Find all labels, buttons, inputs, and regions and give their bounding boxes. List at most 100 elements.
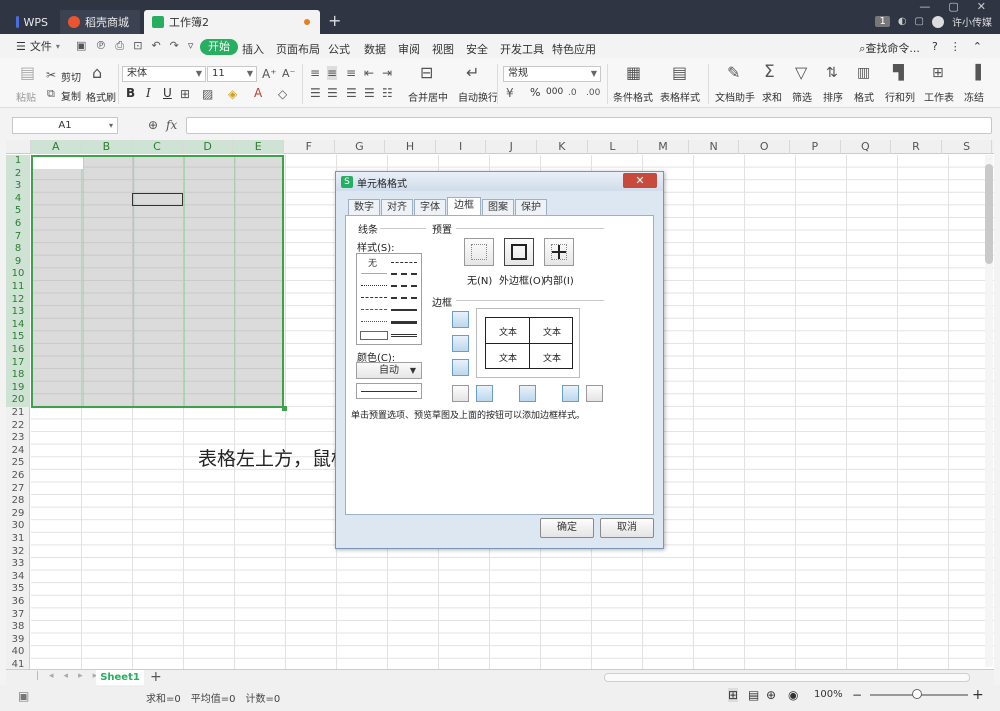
page-layout-view-icon[interactable]: ▤ (748, 688, 759, 702)
worksheet-button[interactable]: 工作表 (924, 89, 954, 104)
row-header-2[interactable]: 2 (6, 167, 30, 181)
table-style-button[interactable]: 表格样式 (660, 89, 700, 104)
row-header-33[interactable]: 33 (6, 558, 30, 571)
bordered-cell[interactable] (132, 193, 183, 206)
row-header-14[interactable]: 14 (6, 318, 30, 332)
tab-workbook[interactable]: 工作簿2 (144, 10, 320, 34)
row-header-31[interactable]: 31 (6, 533, 30, 546)
tab-review[interactable]: 审阅 (398, 41, 432, 57)
filter-button[interactable]: 筛选 (792, 89, 812, 104)
fill-color-icon[interactable]: ◈ (228, 87, 237, 101)
user-name[interactable]: 许小传媒 (952, 14, 992, 29)
justify-icon[interactable]: ☰ (364, 86, 375, 100)
corner-select-all[interactable] (6, 140, 31, 154)
merge-center-icon[interactable]: ⊟ (420, 65, 433, 81)
format-icon[interactable]: ▥ (857, 66, 870, 80)
sum-button[interactable]: 求和 (762, 89, 782, 104)
close-icon[interactable]: ✕ (977, 0, 986, 13)
rows-cols-button[interactable]: 行和列 (885, 89, 915, 104)
column-header-h[interactable]: H (385, 140, 436, 154)
conditional-format-icon[interactable]: ▦ (626, 65, 641, 81)
line-style-option[interactable] (361, 321, 387, 322)
row-header-20[interactable]: 20 (6, 394, 30, 407)
collapse-ribbon-icon[interactable]: ⌃ (973, 40, 982, 56)
preset-outline-button[interactable] (504, 238, 534, 266)
row-header-29[interactable]: 29 (6, 508, 30, 521)
tab-number[interactable]: 数字 (348, 199, 380, 215)
column-header-a[interactable]: A (31, 140, 82, 154)
row-header-28[interactable]: 28 (6, 495, 30, 508)
indent-decrease-icon[interactable]: ⇤ (364, 66, 374, 80)
row-header-34[interactable]: 34 (6, 571, 30, 584)
border-right-button[interactable] (562, 385, 579, 402)
sum-icon[interactable]: Σ (764, 64, 775, 81)
tab-view[interactable]: 视图 (432, 41, 466, 57)
line-style-option[interactable] (361, 285, 387, 286)
row-header-36[interactable]: 36 (6, 596, 30, 609)
align-center-icon[interactable]: ☰ (327, 86, 338, 100)
print-icon[interactable]: ⎙ (115, 39, 124, 53)
formula-input[interactable] (186, 117, 992, 134)
currency-icon[interactable]: ¥ (506, 86, 514, 100)
line-style-option[interactable] (391, 334, 417, 337)
dialog-title-bar[interactable]: S 单元格格式 ✕ (336, 172, 663, 191)
print-preview-icon[interactable]: ⊡ (133, 39, 142, 53)
line-style-option-selected[interactable] (360, 331, 388, 340)
bold-button[interactable]: B (126, 86, 135, 100)
row-header-7[interactable]: 7 (6, 230, 30, 244)
row-header-8[interactable]: 8 (6, 243, 30, 256)
row-header-41[interactable]: 41 (6, 659, 30, 669)
tab-border[interactable]: 边框 (447, 197, 481, 215)
tab-pattern[interactable]: 图案 (482, 199, 514, 215)
tab-docer-store[interactable]: 稻壳商城 (60, 10, 140, 34)
tab-start[interactable]: 开始 (200, 39, 238, 55)
customize-icon[interactable]: ▿ (188, 39, 194, 53)
border-preview[interactable]: 文本 文本 文本 文本 (476, 308, 580, 378)
macro-icon[interactable]: ▣ (18, 689, 29, 703)
row-header-26[interactable]: 26 (6, 470, 30, 483)
line-style-option[interactable] (391, 285, 417, 287)
vertical-scroll-thumb[interactable] (985, 164, 993, 264)
line-style-option[interactable] (391, 273, 417, 275)
horizontal-scrollbar[interactable] (604, 673, 970, 682)
row-header-30[interactable]: 30 (6, 520, 30, 533)
more-icon[interactable]: ⋮ (950, 40, 961, 56)
save-icon[interactable]: ▣ (76, 39, 86, 53)
format-painter-icon[interactable]: ⌂ (92, 65, 102, 81)
line-style-option[interactable] (391, 297, 417, 299)
increase-font-icon[interactable]: A⁺ (262, 67, 277, 81)
clear-icon[interactable]: ◇ (278, 87, 287, 101)
row-header-18[interactable]: 18 (6, 369, 30, 382)
column-header-p[interactable]: P (790, 140, 841, 154)
indent-increase-icon[interactable]: ⇥ (382, 66, 392, 80)
undo-icon[interactable]: ↶ (151, 39, 160, 53)
tab-protection[interactable]: 保护 (515, 199, 547, 215)
row-header-17[interactable]: 17 (6, 356, 30, 370)
tab-formula[interactable]: 公式 (328, 41, 364, 57)
column-header-d[interactable]: D (182, 140, 234, 154)
row-header-9[interactable]: 9 (6, 255, 30, 269)
align-right-icon[interactable]: ☰ (346, 86, 357, 100)
column-header-l[interactable]: L (588, 140, 639, 154)
border-bottom-button[interactable] (452, 359, 469, 376)
line-style-option[interactable] (391, 309, 417, 311)
row-header-38[interactable]: 38 (6, 621, 30, 634)
copy-icon[interactable]: ⧉ (47, 87, 55, 101)
tab-developer[interactable]: 开发工具 (500, 41, 552, 57)
zoom-slider-knob[interactable] (912, 689, 922, 699)
scissors-icon[interactable]: ✂ (46, 68, 56, 82)
command-search[interactable]: ⌕查找命令... (859, 40, 920, 56)
conditional-format-button[interactable]: 条件格式 (613, 89, 653, 104)
border-diagonal-down-button[interactable] (586, 385, 603, 402)
border-middle-horizontal-button[interactable] (452, 335, 469, 352)
active-cell[interactable] (33, 157, 83, 169)
column-header-r[interactable]: R (891, 140, 942, 154)
column-header-f[interactable]: F (284, 140, 335, 154)
row-header-39[interactable]: 39 (6, 634, 30, 647)
filter-icon[interactable]: ▽ (795, 65, 807, 81)
align-top-icon[interactable]: ≡ (310, 66, 320, 80)
row-header-12[interactable]: 12 (6, 293, 30, 307)
row-header-24[interactable]: 24 (6, 445, 30, 458)
avatar[interactable] (932, 15, 944, 28)
font-name-select[interactable]: 宋体 ▼ (122, 66, 206, 82)
